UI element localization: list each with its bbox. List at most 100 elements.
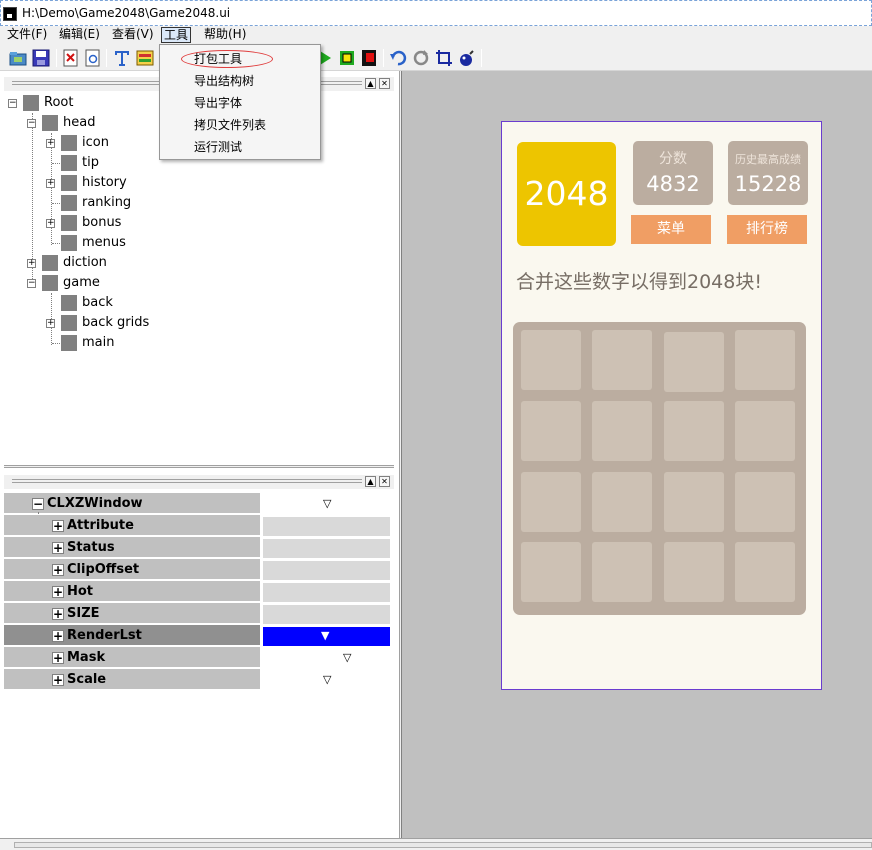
tree-node-label: game <box>63 275 100 290</box>
expand-icon[interactable]: + <box>52 542 64 554</box>
property-name: − CLXZWindow <box>4 493 260 514</box>
menu-file[interactable]: 文件(F) <box>5 27 49 43</box>
collapse-icon[interactable]: − <box>32 498 44 510</box>
property-value[interactable]: ▼ <box>263 627 390 646</box>
left-panel: ▲ ✕ − Root − head + icon tip + history r… <box>0 71 400 838</box>
expand-icon[interactable]: + <box>52 520 64 532</box>
expand-icon[interactable]: + <box>52 608 64 620</box>
menu-item-export-font[interactable]: 导出字体 <box>194 94 242 112</box>
menu-help[interactable]: 帮助(H) <box>202 27 248 43</box>
open-folder-icon[interactable] <box>9 49 27 67</box>
expand-icon[interactable]: + <box>52 652 64 664</box>
dropdown-arrow-icon[interactable]: ▽ <box>343 651 351 664</box>
expand-icon[interactable]: + <box>46 219 55 228</box>
tree-node-label: menus <box>82 235 126 250</box>
stop-icon[interactable] <box>338 49 356 67</box>
toolbar-separator <box>383 49 384 67</box>
game-board[interactable] <box>513 322 806 615</box>
panel-pin-icon[interactable]: ▲ <box>365 476 376 487</box>
board-cell <box>592 472 652 532</box>
collapse-icon[interactable]: − <box>8 99 17 108</box>
game-preview[interactable]: 2048 分数 4832 历史最高成绩 15228 菜单 排行榜 合并这些数字以… <box>501 121 822 690</box>
expand-icon[interactable]: + <box>52 586 64 598</box>
node-icon <box>61 135 77 151</box>
property-value[interactable] <box>263 605 390 624</box>
property-value[interactable] <box>263 517 390 536</box>
property-row-size[interactable]: + SIZE <box>4 603 391 625</box>
dropdown-arrow-icon[interactable]: ▼ <box>321 629 329 642</box>
menu-item-copy-file-list[interactable]: 拷贝文件列表 <box>194 116 266 134</box>
menu-tools[interactable]: 工具 <box>161 27 192 43</box>
undo-icon[interactable] <box>389 49 407 67</box>
horizontal-scrollbar[interactable] <box>14 842 872 848</box>
panel-pin-icon[interactable]: ▲ <box>365 78 376 89</box>
preview-page-icon[interactable] <box>84 49 102 67</box>
property-value[interactable] <box>263 583 390 602</box>
tree-node-menus[interactable]: menus <box>0 233 300 253</box>
tree-node-diction[interactable]: + diction <box>0 253 300 273</box>
expand-icon[interactable]: + <box>46 319 55 328</box>
node-icon <box>42 255 58 271</box>
node-icon <box>61 175 77 191</box>
property-row-status[interactable]: + Status <box>4 537 391 559</box>
expand-icon[interactable]: + <box>46 139 55 148</box>
panel-splitter[interactable] <box>4 465 394 468</box>
status-bar <box>0 838 872 850</box>
property-value[interactable]: ▽ <box>263 649 390 668</box>
property-row-clipoffset[interactable]: + ClipOffset <box>4 559 391 581</box>
property-label: Hot <box>67 584 94 599</box>
property-row-hot[interactable]: + Hot <box>4 581 391 603</box>
text-tool-icon[interactable] <box>113 49 131 67</box>
property-row-root[interactable]: − CLXZWindow ▽ <box>4 493 391 515</box>
refresh-icon[interactable] <box>412 49 430 67</box>
expand-icon[interactable]: + <box>27 259 36 268</box>
menu-item-run-test[interactable]: 运行测试 <box>194 138 242 156</box>
tree-node-history[interactable]: + history <box>0 173 300 193</box>
dropdown-arrow-icon[interactable]: ▽ <box>323 497 331 510</box>
panel-close-icon[interactable]: ✕ <box>379 476 390 487</box>
menu-item-pack-tool[interactable]: 打包工具 <box>194 50 242 68</box>
property-label: SIZE <box>67 606 100 621</box>
collapse-icon[interactable]: − <box>27 279 36 288</box>
tree-node-bonus[interactable]: + bonus <box>0 213 300 233</box>
board-cell <box>592 401 652 461</box>
ranking-button[interactable]: 排行榜 <box>727 215 807 244</box>
panel-grip[interactable] <box>12 479 362 483</box>
menu-button[interactable]: 菜单 <box>631 215 711 244</box>
collapse-icon[interactable]: − <box>27 119 36 128</box>
panel-close-icon[interactable]: ✕ <box>379 78 390 89</box>
menu-item-export-tree[interactable]: 导出结构树 <box>194 72 254 90</box>
property-row-mask[interactable]: + Mask ▽ <box>4 647 391 669</box>
expand-icon[interactable]: + <box>52 630 64 642</box>
delete-page-icon[interactable] <box>62 49 80 67</box>
expand-icon[interactable]: + <box>52 564 64 576</box>
window-title: H:\Demo\Game2048\Game2048.ui <box>22 6 231 20</box>
property-row-attribute[interactable]: + Attribute <box>4 515 391 537</box>
tree-node-ranking[interactable]: ranking <box>0 193 300 213</box>
property-row-scale[interactable]: + Scale ▽ <box>4 669 391 691</box>
crop-icon[interactable] <box>435 49 453 67</box>
board-cell <box>735 330 795 390</box>
property-value[interactable]: ▽ <box>263 495 390 514</box>
save-icon[interactable] <box>32 49 50 67</box>
node-icon <box>23 95 39 111</box>
tree-node-game[interactable]: − game <box>0 273 300 293</box>
record-icon[interactable] <box>360 49 378 67</box>
tree-node-label: head <box>63 115 96 130</box>
property-value[interactable] <box>263 561 390 580</box>
bomb-icon[interactable] <box>458 49 476 67</box>
dropdown-arrow-icon[interactable]: ▽ <box>323 673 331 686</box>
property-value[interactable]: ▽ <box>263 671 390 690</box>
tree-node-back[interactable]: back <box>0 293 300 313</box>
tree-node-main[interactable]: main <box>0 333 300 353</box>
board-cell <box>592 542 652 602</box>
property-row-renderlst[interactable]: + RenderLst ▼ <box>4 625 391 647</box>
grid-tool-icon[interactable] <box>136 49 154 67</box>
menu-edit[interactable]: 编辑(E) <box>57 27 102 43</box>
expand-icon[interactable]: + <box>52 674 64 686</box>
node-icon <box>61 215 77 231</box>
property-value[interactable] <box>263 539 390 558</box>
expand-icon[interactable]: + <box>46 179 55 188</box>
tree-node-back-grids[interactable]: + back grids <box>0 313 300 333</box>
menu-view[interactable]: 查看(V) <box>110 27 156 43</box>
